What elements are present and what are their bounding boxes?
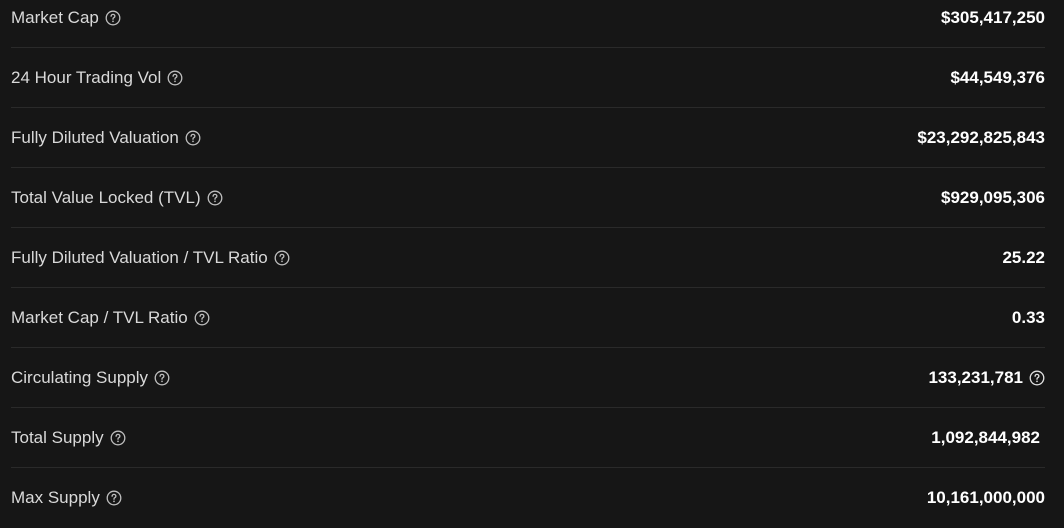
stat-row-circulating-supply: Circulating Supply 133,231,781 [0,348,1064,408]
stat-label: Market Cap / TVL Ratio [11,308,188,327]
stat-value: $23,292,825,843 [917,128,1045,147]
stat-row-fully-diluted-valuation: Fully Diluted Valuation $23,292,825,843 [0,108,1064,168]
help-icon[interactable] [185,130,201,146]
stat-value: $929,095,306 [941,188,1045,207]
stat-row-market-cap-tvl-ratio: Market Cap / TVL Ratio 0.33 [0,288,1064,348]
help-icon[interactable] [106,490,122,506]
stat-label: Circulating Supply [11,368,149,387]
stat-value: 133,231,781 [928,368,1023,387]
help-icon[interactable] [207,190,223,206]
help-icon[interactable] [110,430,126,446]
help-icon[interactable] [167,70,183,86]
stat-value: $305,417,250 [941,8,1045,27]
stat-row-total-value-locked: Total Value Locked (TVL) $929,095,306 [0,168,1064,228]
help-icon[interactable] [274,250,290,266]
stat-value-with-help: 133,231,781 [928,348,1045,408]
stats-table: Market Cap $305,417,250 24 Hour Trading … [0,0,1064,513]
stat-value: 1,092,844,982 [931,428,1040,447]
stat-value: 25.22 [1002,248,1045,267]
stat-row-24h-trading-vol: 24 Hour Trading Vol $44,549,376 [0,48,1064,108]
stat-label: Total Value Locked (TVL) [11,188,201,207]
help-icon[interactable] [194,310,210,326]
stat-value: 10,161,000,000 [926,488,1045,507]
help-icon[interactable] [1029,370,1045,386]
help-icon[interactable] [154,370,170,386]
stat-row-fdv-tvl-ratio: Fully Diluted Valuation / TVL Ratio 25.2… [0,228,1064,288]
stat-value: $44,549,376 [950,68,1045,87]
stat-label: Fully Diluted Valuation [11,128,179,147]
stat-row-market-cap: Market Cap $305,417,250 [0,0,1064,48]
stat-label: Fully Diluted Valuation / TVL Ratio [11,248,268,267]
stat-label: Market Cap [11,8,99,27]
stat-label: Max Supply [11,488,100,507]
stat-label: 24 Hour Trading Vol [11,68,162,87]
help-icon[interactable] [105,10,121,26]
stat-row-total-supply: Total Supply 1,092,844,982 [0,408,1064,468]
stat-label: Total Supply [11,428,104,447]
stat-value: 0.33 [1011,308,1045,327]
stat-row-max-supply: Max Supply 10,161,000,000 [0,468,1064,528]
